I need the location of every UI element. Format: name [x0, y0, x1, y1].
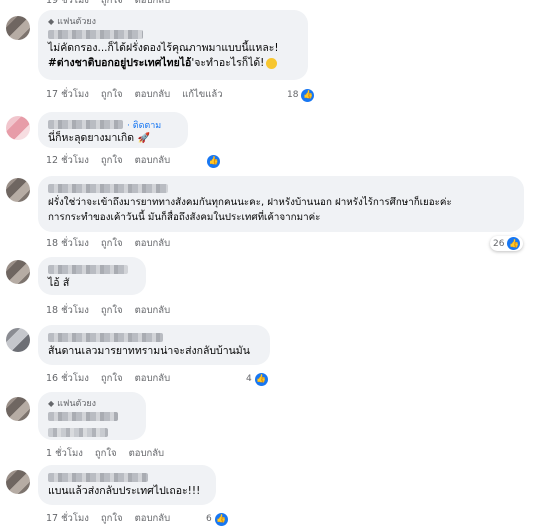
author-name[interactable] [48, 331, 260, 344]
reaction-count[interactable]: 6 👍 [206, 512, 228, 526]
avatar[interactable] [6, 16, 30, 40]
comment-text-line-2: #ต่างชาติบอกอยู่ประเทศไทยไอ้'จะทำอะไรก็ไ… [48, 56, 298, 71]
blurred-text [48, 427, 108, 437]
comment-bubble: ◆ แฟนตัวยง [38, 392, 146, 440]
avatar[interactable] [6, 260, 30, 284]
edited-label[interactable]: แก้ไขแล้ว [182, 88, 222, 102]
author-name[interactable] [48, 410, 136, 423]
blurred-name [48, 265, 128, 274]
reaction-count[interactable]: 26 👍 [490, 236, 524, 251]
reaction-count[interactable]: 4 👍 [246, 372, 268, 386]
blurred-name [48, 473, 148, 482]
reply-link[interactable]: ตอบกลับ [135, 512, 171, 526]
comment-text: ไม่คัดกรอง...ก็ได้ฝรั่งดองไร้คุณภาพมาแบบ… [48, 42, 279, 54]
like-link[interactable]: ถูกใจ [101, 0, 123, 8]
grimace-emoji-icon [266, 57, 278, 69]
rocket-emoji-icon: 🚀 [137, 133, 150, 144]
blurred-name [48, 412, 118, 421]
like-link[interactable]: ถูกใจ [101, 237, 123, 251]
fan-badge: ◆ แฟนตัวยง [48, 399, 97, 409]
author-name[interactable] [48, 182, 514, 195]
comment-text: ไอ้ สั [48, 277, 70, 289]
like-link[interactable]: ถูกใจ [95, 447, 117, 461]
reply-link[interactable]: ตอบกลับ [135, 372, 171, 386]
time-label[interactable]: 16 ชั่วโมง [46, 372, 89, 386]
comment-text: สันดานเลวมารยาททรามน่าจะส่งกลับบ้านมัน [48, 345, 250, 357]
comment-actions: 1 ชั่วโมง ถูกใจ ตอบกลับ [46, 447, 164, 461]
avatar[interactable] [6, 178, 30, 202]
author-name[interactable] [48, 263, 136, 276]
avatar[interactable] [6, 328, 30, 352]
comment-bubble: แบนแล้วส่งกลับประเทศไปเถอะ!!! [38, 465, 216, 505]
diamond-icon: ◆ [48, 17, 55, 26]
fan-badge: ◆ แฟนตัวยง [48, 17, 97, 27]
comment-actions: 16 ชั่วโมง ถูกใจ ตอบกลับ [46, 372, 170, 386]
hashtag-link[interactable]: #ต่างชาติบอกอยู่ประเทศไทยไอ้ [48, 57, 191, 69]
like-link[interactable]: ถูกใจ [101, 512, 123, 526]
diamond-icon: ◆ [48, 399, 55, 408]
time-label[interactable]: 17 ชั่วโมง [46, 88, 89, 102]
like-link[interactable]: ถูกใจ [101, 372, 123, 386]
blurred-name [48, 333, 163, 342]
avatar[interactable] [6, 470, 30, 494]
reply-link[interactable]: ตอบกลับ [135, 237, 171, 251]
thumbs-up-icon: 👍 [301, 88, 315, 102]
comment-text [48, 425, 136, 440]
reply-link[interactable]: ตอบกลับ [135, 88, 171, 102]
comment-bubble: ไอ้ สั [38, 257, 146, 295]
comment-text-line-2: การกระทำของเค้าวันนี้ มันก็สื่อถึงสังคมใ… [48, 212, 321, 223]
reply-link[interactable]: ตอบกลับ [135, 154, 171, 168]
avatar[interactable] [6, 116, 30, 140]
thumbs-up-icon: 👍 [507, 237, 521, 250]
comment-actions: 17 ชั่วโมง ถูกใจ ตอบกลับ [46, 512, 170, 526]
like-link[interactable]: ถูกใจ [101, 154, 123, 168]
comment-text: นี่ก็หะลุดยางมาเกิด 🚀 [48, 132, 150, 144]
author-name[interactable] [48, 28, 298, 41]
blurred-name [48, 120, 123, 129]
comment-bubble: สันดานเลวมารยาททรามน่าจะส่งกลับบ้านมัน [38, 325, 270, 365]
author-name[interactable]: · ติดตาม [48, 118, 178, 131]
blurred-name [48, 184, 168, 193]
time-label[interactable]: 18 ชั่วโมง [46, 237, 89, 251]
thumbs-up-icon: 👍 [214, 512, 228, 526]
thumbs-up-icon: 👍 [207, 154, 220, 168]
time-label[interactable]: 18 ชั่วโมง [46, 304, 89, 318]
comment-bubble: · ติดตาม นี่ก็หะลุดยางมาเกิด 🚀 [38, 112, 188, 148]
author-name[interactable] [48, 471, 206, 484]
avatar[interactable] [6, 397, 30, 421]
comment-text: แบนแล้วส่งกลับประเทศไปเถอะ!!! [48, 485, 201, 497]
reaction-count[interactable]: 👍 [207, 154, 220, 168]
comment-bubble: ◆ แฟนตัวยง ไม่คัดกรอง...ก็ได้ฝรั่งดองไร้… [38, 10, 308, 80]
reply-link[interactable]: ตอบกลับ [129, 447, 165, 461]
time-label[interactable]: 17 ชั่วโมง [46, 512, 89, 526]
reaction-count[interactable]: 18 👍 [287, 88, 315, 102]
comment-text: ฝรั่งใช่ว่าจะเข้าถึงมารยาททางสังคมกันทุก… [48, 197, 452, 208]
reply-link[interactable]: ตอบกลับ [135, 0, 171, 8]
time-label[interactable]: 12 ชั่วโมง [46, 154, 89, 168]
comment-actions: 18 ชั่วโมง ถูกใจ ตอบกลับ [46, 304, 170, 318]
time-label[interactable]: 19 ชั่วโมง [46, 0, 89, 8]
reply-link[interactable]: ตอบกลับ [135, 304, 171, 318]
thumbs-up-icon: 👍 [254, 372, 268, 386]
like-link[interactable]: ถูกใจ [101, 88, 123, 102]
comment-actions: 12 ชั่วโมง ถูกใจ ตอบกลับ [46, 154, 170, 168]
partial-meta-row: 19 ชั่วโมง ถูกใจ ตอบกลับ [46, 0, 170, 8]
comment-bubble: ฝรั่งใช่ว่าจะเข้าถึงมารยาททางสังคมกันทุก… [38, 176, 524, 232]
like-link[interactable]: ถูกใจ [101, 304, 123, 318]
comment-actions: 18 ชั่วโมง ถูกใจ ตอบกลับ [46, 237, 170, 251]
time-label[interactable]: 1 ชั่วโมง [46, 447, 83, 461]
hashtag-suffix: 'จะทำอะไรก็ได้! [191, 57, 265, 69]
blurred-name [48, 30, 143, 39]
follow-link[interactable]: · ติดตาม [127, 118, 161, 132]
comment-actions: 17 ชั่วโมง ถูกใจ ตอบกลับ แก้ไขแล้ว [46, 88, 223, 102]
